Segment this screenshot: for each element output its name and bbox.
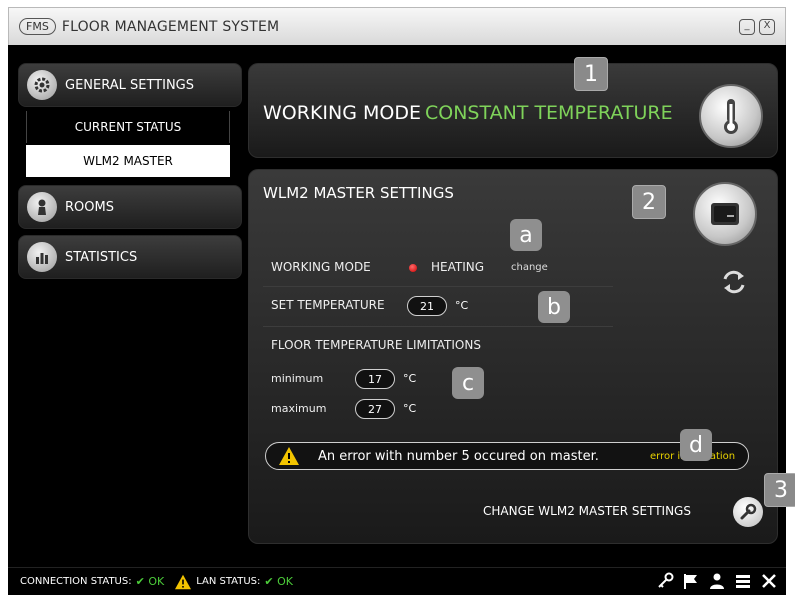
lan-status-value: ✔ OK	[264, 575, 293, 588]
connection-status-text: OK	[148, 575, 165, 588]
toolbar-icons	[656, 572, 778, 590]
tools-icon[interactable]	[760, 572, 778, 590]
status-bar: CONNECTION STATUS: ✔ OK LAN STATUS: ✔ OK	[8, 567, 786, 595]
floor-limitations-label: FLOOR TEMPERATURE LIMITATIONS	[271, 338, 481, 352]
working-mode-header: WORKING MODE CONSTANT TEMPERATURE	[263, 102, 673, 124]
minimize-button[interactable]: _	[739, 19, 755, 35]
thermometer-icon	[724, 99, 738, 134]
maximum-field[interactable]: 27	[355, 399, 395, 419]
panel-title: WLM2 MASTER SETTINGS	[263, 184, 454, 202]
flag-icon[interactable]	[682, 572, 700, 590]
sidebar-subitem-current-status[interactable]: CURRENT STATUS	[26, 111, 230, 143]
lan-status-text: OK	[277, 575, 293, 588]
error-bar: An error with number 5 occured on master…	[265, 442, 749, 470]
sync-icon[interactable]	[721, 270, 747, 294]
working-mode-row-label: WORKING MODE	[271, 260, 371, 274]
device-icon	[711, 203, 739, 225]
change-master-settings-label[interactable]: CHANGE WLM2 MASTER SETTINGS	[483, 504, 691, 518]
person-icon	[27, 192, 57, 222]
connection-status-value: ✔ OK	[135, 575, 165, 588]
heating-indicator	[409, 264, 417, 272]
minimum-field[interactable]: 17	[355, 369, 395, 389]
maximum-unit: °C	[403, 402, 417, 415]
wrench-icon	[740, 503, 757, 520]
sidebar-item-statistics[interactable]: STATISTICS	[18, 235, 242, 279]
app-title: FLOOR MANAGEMENT SYSTEM	[61, 18, 280, 35]
set-temperature-label: SET TEMPERATURE	[271, 298, 385, 312]
sidebar-item-label: ROOMS	[65, 199, 114, 215]
divider	[263, 326, 613, 327]
sidebar-item-label: STATISTICS	[65, 249, 138, 265]
annotation-marker-a: a	[510, 219, 542, 251]
annotation-marker-c: c	[452, 367, 484, 399]
working-mode-label: WORKING MODE	[263, 102, 421, 124]
app-area: GENERAL SETTINGS CURRENT STATUS WLM2 MAS…	[8, 45, 795, 595]
set-temperature-field[interactable]: 21	[407, 296, 447, 316]
error-message: An error with number 5 occured on master…	[318, 449, 599, 464]
list-icon[interactable]	[734, 572, 752, 590]
divider	[263, 286, 613, 287]
sidebar-subitem-wlm2-master[interactable]: WLM2 MASTER	[26, 145, 230, 177]
gear-icon	[27, 70, 57, 100]
device-button[interactable]	[693, 182, 757, 246]
warning-icon	[174, 574, 192, 590]
key-icon[interactable]	[656, 572, 674, 590]
close-button[interactable]: X	[759, 19, 775, 35]
title-bar: FMS FLOOR MANAGEMENT SYSTEM _ X	[8, 7, 786, 45]
annotation-marker-2: 2	[632, 185, 666, 219]
change-mode-link[interactable]: change	[511, 262, 548, 273]
annotation-marker-3: 3	[764, 473, 795, 507]
connection-status-label: CONNECTION STATUS:	[20, 576, 132, 587]
change-settings-button[interactable]	[733, 497, 763, 527]
sidebar-item-general-settings[interactable]: GENERAL SETTINGS	[18, 63, 242, 107]
sidebar-item-rooms[interactable]: ROOMS	[18, 185, 242, 229]
fms-logo: FMS	[19, 18, 56, 35]
minimum-label: minimum	[271, 372, 324, 385]
working-mode-panel: WORKING MODE CONSTANT TEMPERATURE	[248, 63, 778, 158]
lan-status-label: LAN STATUS:	[196, 576, 261, 587]
user-icon[interactable]	[708, 572, 726, 590]
sidebar-item-label: GENERAL SETTINGS	[65, 77, 195, 93]
annotation-marker-b: b	[538, 291, 570, 323]
maximum-label: maximum	[271, 402, 327, 415]
minimum-unit: °C	[403, 372, 417, 385]
warning-icon	[279, 447, 299, 465]
annotation-marker-d: d	[680, 429, 712, 461]
set-temperature-unit: °C	[455, 299, 469, 312]
bar-chart-icon	[27, 242, 57, 272]
working-mode-value: CONSTANT TEMPERATURE	[424, 102, 673, 124]
annotation-marker-1: 1	[574, 57, 608, 91]
working-mode-row-value: HEATING	[431, 260, 485, 274]
thermometer-button[interactable]	[699, 84, 763, 148]
